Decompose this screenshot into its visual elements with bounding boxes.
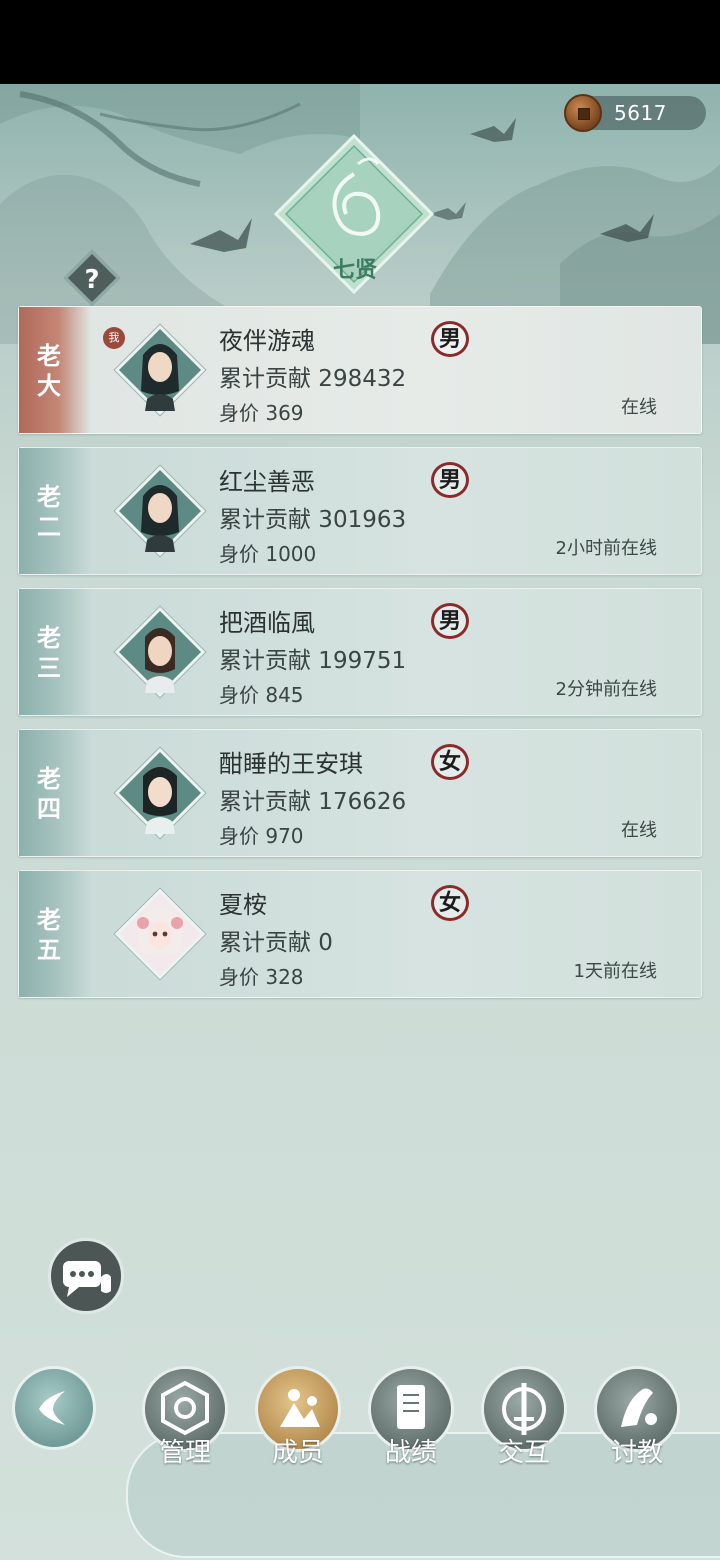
online-status: 2分钟前在线 <box>555 679 657 700</box>
online-status: 在线 <box>621 820 657 841</box>
character-portrait-icon <box>141 344 179 411</box>
rank-tab: 老三 <box>19 589 91 715</box>
member-name: 红尘善恶 <box>219 468 315 496</box>
member-contribution: 累计贡献 298432 <box>219 366 407 392</box>
rank-label: 老五 <box>37 905 61 964</box>
avatar[interactable] <box>114 606 206 698</box>
rank-label: 老三 <box>37 623 61 682</box>
nav-tab-interact[interactable]: 交互 <box>479 1362 569 1482</box>
chat-bubble-icon <box>63 1261 111 1297</box>
currency-value: 5617 <box>614 101 667 125</box>
gender-badge: 男 <box>431 603 469 639</box>
member-contribution: 累计贡献 301963 <box>219 507 407 533</box>
member-worth: 身价 845 <box>219 683 304 707</box>
nav-tab-records[interactable]: 战绩 <box>366 1362 456 1482</box>
copper-coin-icon <box>564 94 602 132</box>
guild-name: 七贤 <box>332 257 377 283</box>
nav-tab-challenge[interactable]: 讨教 <box>592 1362 682 1482</box>
rank-label: 老四 <box>37 764 61 823</box>
online-status: 1天前在线 <box>573 961 657 982</box>
rank-tab: 老二 <box>19 448 91 574</box>
avatar[interactable] <box>114 465 206 557</box>
rank-tab: 老四 <box>19 730 91 856</box>
help-icon: ? <box>84 265 100 295</box>
character-portrait-icon <box>137 907 183 956</box>
rank-label: 老二 <box>37 482 61 541</box>
avatar[interactable] <box>114 747 206 839</box>
nav-label: 战绩 <box>384 1438 437 1468</box>
gender-badge: 男 <box>431 462 469 498</box>
gender-badge: 男 <box>431 321 469 357</box>
member-name: 把酒临風 <box>219 609 315 637</box>
member-card[interactable]: 老二 红尘善恶 累计贡献 301963 身价 1000 男 2小时前在线 <box>18 447 702 575</box>
nav-label: 交互 <box>497 1438 550 1468</box>
nav-label: 成员 <box>271 1438 324 1468</box>
member-card[interactable]: 老五 夏桉 累计贡献 0 身价 328 女 1天前在线 <box>18 870 702 998</box>
member-worth: 身价 1000 <box>219 542 317 566</box>
member-card[interactable]: 老三 把酒临風 累计贡献 199751 身价 845 男 2分钟前在线 <box>18 588 702 716</box>
member-worth: 身价 328 <box>219 965 304 989</box>
member-contribution: 累计贡献 0 <box>219 930 333 956</box>
member-worth: 身价 970 <box>219 824 304 848</box>
currency-display[interactable]: 5617 <box>564 94 706 132</box>
member-card[interactable]: 老大 我 夜伴游魂 累计贡献 298432 身价 369 男 在线 <box>18 306 702 434</box>
member-worth: 身价 369 <box>219 401 304 425</box>
member-contribution: 累计贡献 199751 <box>219 648 407 674</box>
me-badge: 我 <box>103 327 125 349</box>
member-list: 老大 我 夜伴游魂 累计贡献 298432 身价 369 男 在线 老二 红尘善… <box>18 306 702 1011</box>
nav-label: 讨教 <box>610 1438 663 1468</box>
nav-label: 管理 <box>158 1438 211 1468</box>
online-status: 2小时前在线 <box>555 538 657 559</box>
gender-badge: 女 <box>431 744 469 780</box>
rank-tab: 老五 <box>19 871 91 997</box>
member-name: 酣睡的王安琪 <box>219 750 363 778</box>
character-portrait-icon <box>143 767 177 834</box>
member-contribution: 累计贡献 176626 <box>219 789 407 815</box>
nav-tab-members[interactable]: 成员 <box>253 1362 343 1482</box>
guild-screen: 5617 七贤 ? 老大 我 夜伴游魂 累计贡献 298432 身价 369 男… <box>0 84 720 1560</box>
rank-label: 老大 <box>37 341 61 400</box>
status-bar <box>0 0 720 84</box>
member-card[interactable]: 老四 酣睡的王安琪 累计贡献 176626 身价 970 女 在线 <box>18 729 702 857</box>
avatar[interactable] <box>114 324 206 416</box>
nav-tab-manage[interactable]: 管理 <box>140 1362 230 1482</box>
online-status: 在线 <box>621 397 657 418</box>
rank-tab: 老大 <box>19 307 91 433</box>
gender-badge: 女 <box>431 885 469 921</box>
member-name: 夏桉 <box>219 891 267 919</box>
back-arrow-icon <box>39 1391 65 1425</box>
character-portrait-icon <box>141 485 179 552</box>
chat-button[interactable] <box>48 1238 124 1314</box>
member-name: 夜伴游魂 <box>219 327 315 355</box>
character-portrait-icon <box>145 628 175 693</box>
back-button[interactable] <box>12 1366 96 1450</box>
avatar[interactable] <box>114 888 206 980</box>
